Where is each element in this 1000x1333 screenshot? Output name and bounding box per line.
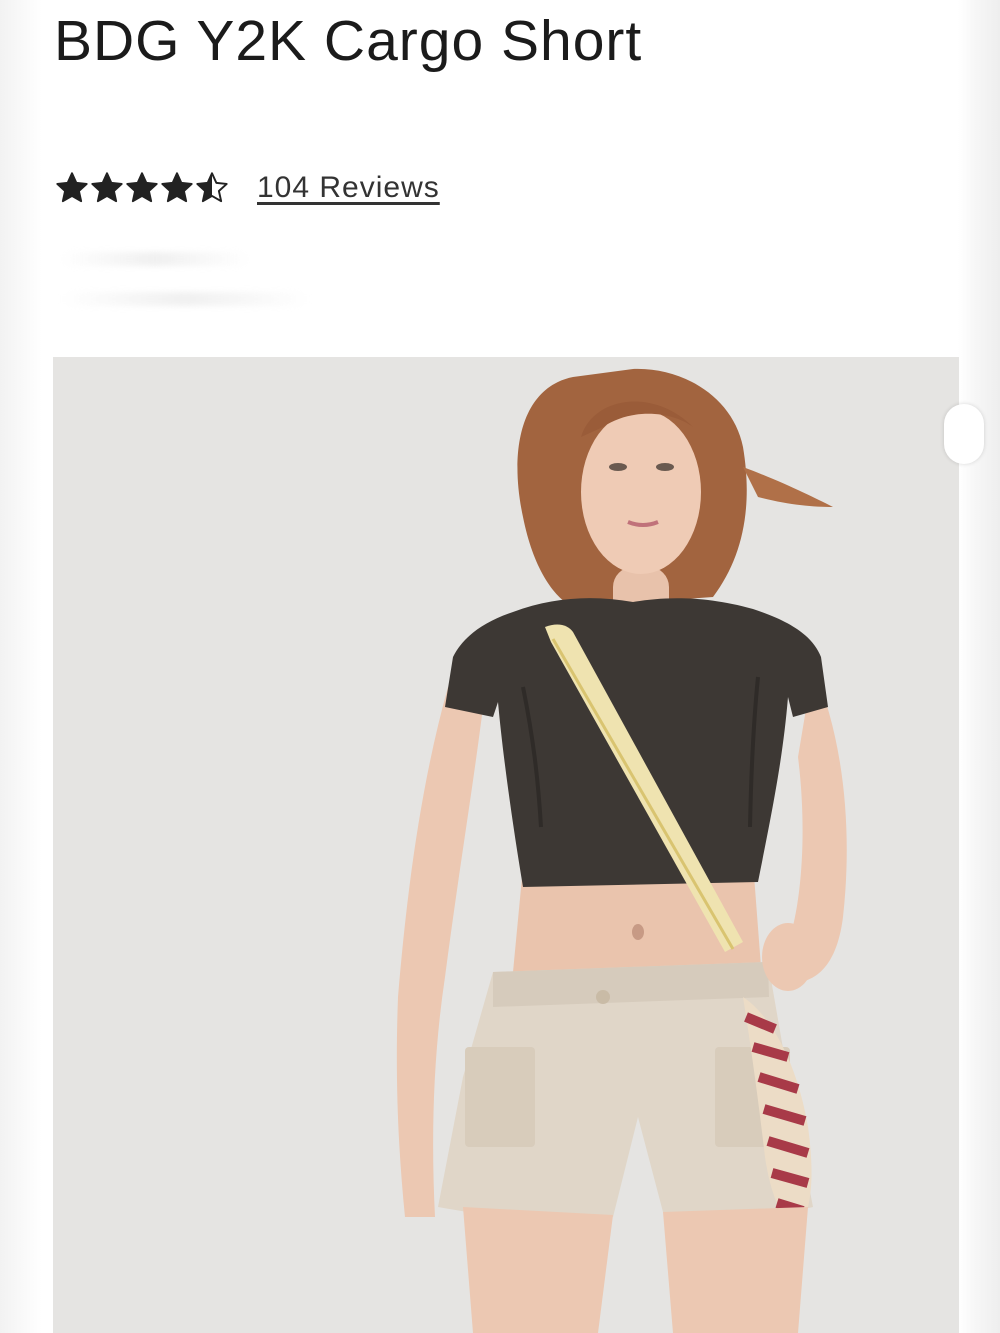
star-half-icon (194, 170, 230, 206)
star-rating[interactable] (54, 166, 229, 210)
rating-row: 104 Reviews (54, 166, 440, 210)
carousel-next-handle[interactable] (944, 404, 984, 464)
star-full-icon (54, 170, 90, 206)
product-page: BDG Y2K Cargo Short 104 Reviews (0, 0, 1000, 1333)
model-illustration (53, 357, 959, 1333)
faint-placeholder-1 (60, 252, 250, 266)
faint-placeholder-2 (60, 292, 310, 306)
left-gutter (0, 0, 42, 1333)
product-title: BDG Y2K Cargo Short (54, 9, 643, 73)
star-full-icon (89, 170, 125, 206)
right-gutter (958, 0, 1000, 1333)
star-full-icon (124, 170, 160, 206)
star-full-icon (159, 170, 195, 206)
product-photo[interactable] (53, 357, 959, 1333)
reviews-link[interactable]: 104 Reviews (257, 171, 440, 205)
